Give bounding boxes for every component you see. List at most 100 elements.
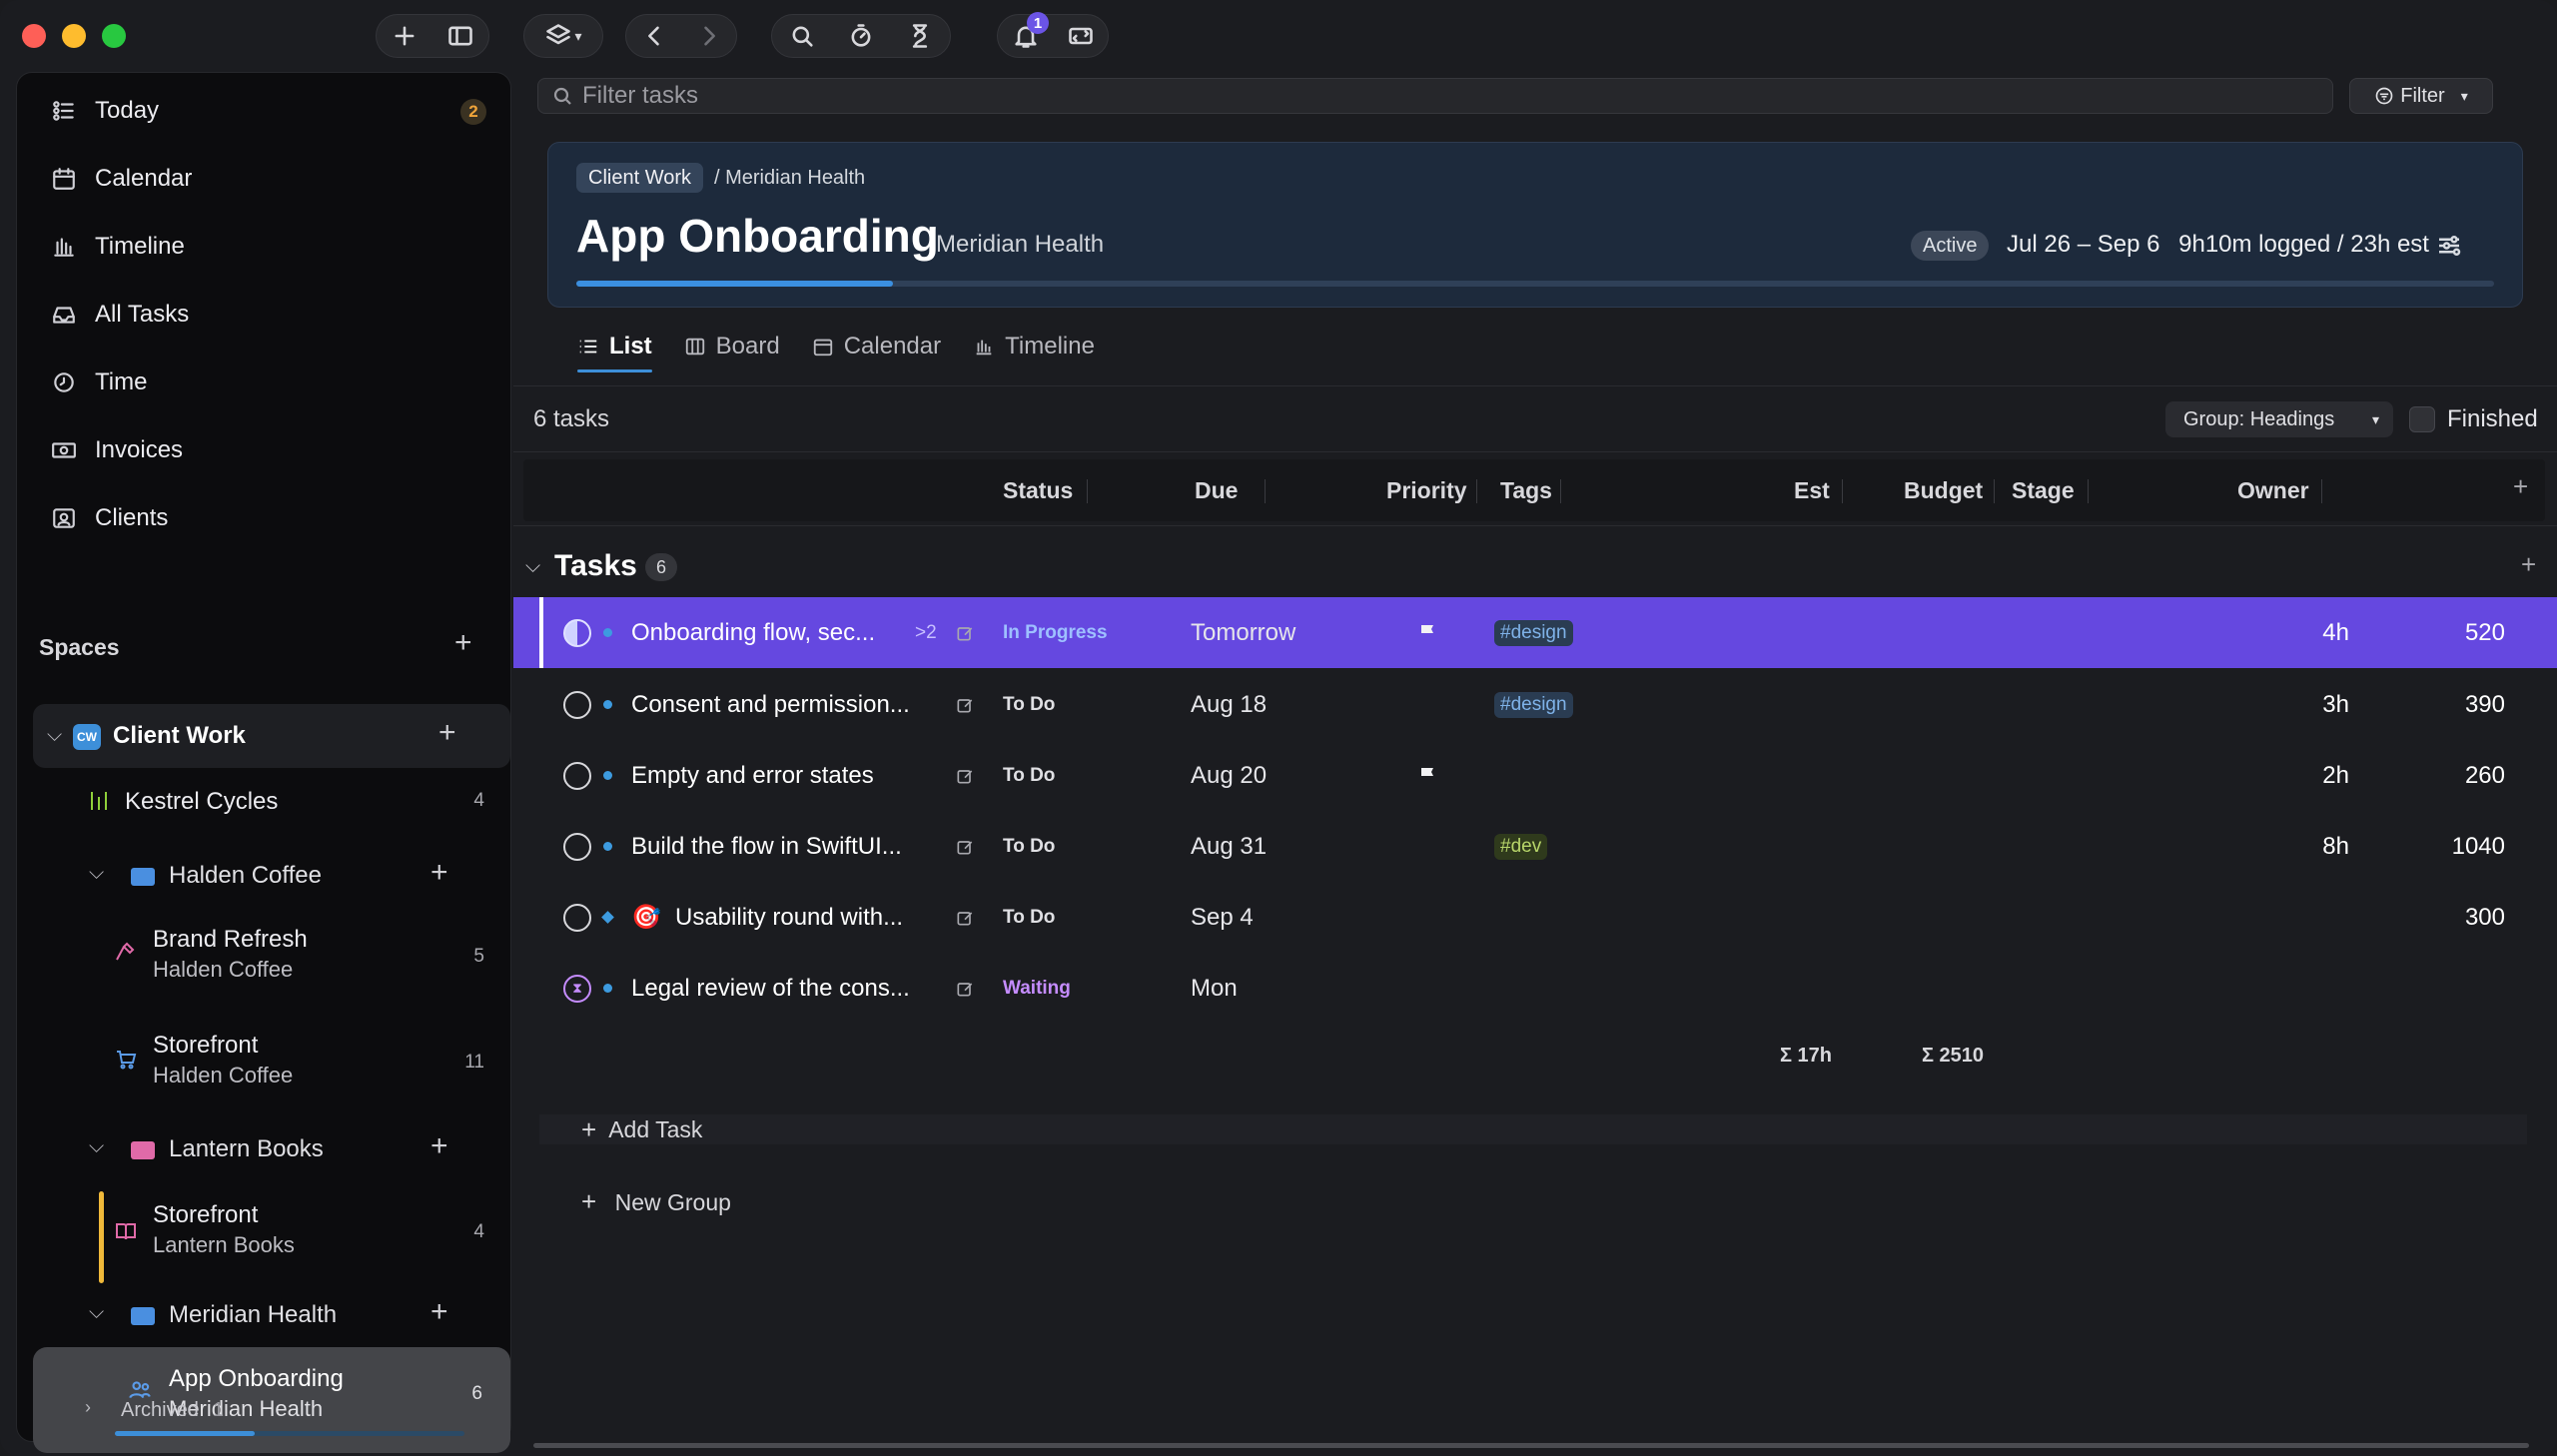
status-badge[interactable]: To Do <box>1003 740 1055 811</box>
flag-icon[interactable] <box>1416 740 1440 811</box>
close-window-button[interactable] <box>22 24 46 48</box>
task-title[interactable]: Usability round with... <box>675 882 903 953</box>
due-date[interactable]: Aug 31 <box>1191 811 1267 882</box>
due-date[interactable]: Aug 18 <box>1191 669 1267 740</box>
column-due[interactable]: Due <box>1195 477 1238 504</box>
tab-calendar[interactable]: Calendar <box>812 327 941 366</box>
add-column-button[interactable]: + <box>2513 473 2528 499</box>
search-button[interactable] <box>772 14 831 58</box>
new-task-button[interactable] <box>377 14 432 58</box>
column-separator[interactable] <box>1560 479 1561 503</box>
owner[interactable]: Lukas <box>2233 811 2557 882</box>
owner[interactable]: Ema <box>2233 740 2557 811</box>
finished-toggle[interactable]: Finished <box>2409 405 2538 433</box>
table-row[interactable]: ⧗ Legal review of the cons... Waiting Mon No… <box>513 953 2557 1024</box>
task-checkbox[interactable] <box>563 669 591 740</box>
owner[interactable]: Nora <box>2233 882 2557 953</box>
owner[interactable]: Nora <box>2233 953 2557 1024</box>
add-space-button[interactable]: + <box>454 628 472 658</box>
tab-board[interactable]: Board <box>684 327 780 366</box>
status-badge[interactable]: Active <box>1911 231 1990 261</box>
finished-checkbox[interactable] <box>2409 406 2435 432</box>
column-separator[interactable] <box>1476 479 1477 503</box>
zoom-window-button[interactable] <box>102 24 126 48</box>
folder-lantern-books[interactable]: ⌵ Lantern Books + <box>17 1121 512 1177</box>
layers-menu-button[interactable]: ▾ <box>524 14 602 58</box>
sidebar-item-all-tasks[interactable]: All Tasks <box>17 287 512 343</box>
edit-icon[interactable] <box>955 669 975 740</box>
back-button[interactable] <box>626 14 681 58</box>
sidebar-item-timeline[interactable]: Timeline <box>17 219 512 275</box>
breadcrumb-folder[interactable]: / Meridian Health <box>714 167 865 190</box>
due-date[interactable]: Sep 4 <box>1191 882 1254 953</box>
filter-tasks-input[interactable]: Filter tasks <box>537 78 2333 114</box>
add-task-button[interactable]: + Add Task <box>539 1114 2527 1144</box>
filter-button[interactable]: Filter ▾ <box>2349 78 2493 114</box>
chevron-right-icon[interactable]: › <box>85 1397 91 1418</box>
column-owner[interactable]: Owner <box>2237 477 2309 504</box>
tab-list[interactable]: List <box>577 327 652 372</box>
toggle-sidebar-button[interactable] <box>432 14 488 58</box>
hourglass-button[interactable] <box>891 14 950 58</box>
column-stage[interactable]: Stage <box>2012 477 2075 504</box>
sidebar-item-clients[interactable]: Clients <box>17 490 512 546</box>
tag[interactable]: #design <box>1494 597 1573 668</box>
sidebar-item-calendar[interactable]: Calendar <box>17 151 512 207</box>
horizontal-scrollbar[interactable] <box>533 1443 2529 1448</box>
owner[interactable]: Ema <box>2233 669 2557 740</box>
task-checkbox[interactable] <box>563 882 591 953</box>
table-row[interactable]: Build the flow in SwiftUI... To Do Aug 31 #… <box>513 811 2557 882</box>
due-date[interactable]: Mon <box>1191 953 1238 1024</box>
column-separator[interactable] <box>1842 479 1843 503</box>
flag-icon[interactable] <box>1416 597 1440 668</box>
task-checkbox[interactable] <box>563 597 591 668</box>
column-separator[interactable] <box>2321 479 2322 503</box>
folder-meridian-health[interactable]: ⌵ Meridian Health + <box>17 1287 512 1343</box>
task-checkbox[interactable]: ⧗ <box>563 953 591 1024</box>
status-badge[interactable]: In Progress <box>1003 597 1108 668</box>
chevron-down-icon[interactable]: ⌵ <box>89 862 104 885</box>
column-separator[interactable] <box>1087 479 1088 503</box>
edit-icon[interactable] <box>955 811 975 882</box>
edit-icon[interactable] <box>955 597 975 668</box>
edit-icon[interactable] <box>955 740 975 811</box>
group-by-select[interactable]: Group: Headings ▾ <box>2165 401 2393 437</box>
breadcrumb-space[interactable]: Client Work <box>576 163 703 193</box>
subtask-count[interactable]: >2 <box>915 597 937 668</box>
edit-icon[interactable] <box>955 953 975 1024</box>
project-brand-refresh[interactable]: Brand Refresh Halden Coffee 5 <box>17 918 512 994</box>
project-storefront-lantern[interactable]: Storefront Lantern Books 4 <box>17 1187 512 1283</box>
tab-timeline[interactable]: Timeline <box>973 327 1095 366</box>
column-separator[interactable] <box>2088 479 2089 503</box>
status-badge[interactable]: To Do <box>1003 669 1055 740</box>
column-separator[interactable] <box>1265 479 1266 503</box>
task-title[interactable]: Build the flow in SwiftUI... <box>631 811 902 882</box>
table-row[interactable]: Onboarding flow, sec... >2 In Progress Tomo… <box>513 597 2557 668</box>
task-title[interactable]: Onboarding flow, sec... <box>631 597 875 668</box>
task-title[interactable]: Legal review of the cons... <box>631 953 910 1024</box>
due-date[interactable]: Aug 20 <box>1191 740 1267 811</box>
table-row[interactable]: 🎯Usability round with...To DoSep 4300Rev… <box>513 882 2557 953</box>
chevron-down-icon[interactable]: ⌵ <box>525 555 540 578</box>
project-kestrel-cycles-row[interactable]: Kestrel Cycles 4 <box>17 772 512 832</box>
sliders-icon[interactable] <box>2434 231 2464 261</box>
project-storefront-halden[interactable]: Storefront Halden Coffee 11 <box>17 1024 512 1099</box>
add-project-button[interactable]: + <box>430 858 448 888</box>
table-row[interactable]: Consent and permission... To Do Aug 18 #des… <box>513 669 2557 740</box>
status-badge[interactable]: To Do <box>1003 811 1055 882</box>
status-badge[interactable]: Waiting <box>1003 953 1071 1024</box>
chevron-down-icon[interactable]: ⌵ <box>89 1135 104 1158</box>
add-project-button[interactable]: + <box>430 1297 448 1327</box>
task-checkbox[interactable] <box>563 740 591 811</box>
task-title[interactable]: Consent and permission... <box>631 669 910 740</box>
column-budget[interactable]: Budget <box>1904 477 1983 504</box>
sidebar-item-invoices[interactable]: Invoices <box>17 422 512 478</box>
task-checkbox[interactable] <box>563 811 591 882</box>
column-est[interactable]: Est <box>1794 477 1830 504</box>
chevron-down-icon[interactable]: ⌵ <box>89 1301 104 1324</box>
chevron-down-icon[interactable]: ⌵ <box>47 724 62 747</box>
archived-section[interactable]: › Archived 1 <box>17 1387 512 1431</box>
add-project-button[interactable]: + <box>430 1131 448 1161</box>
table-row[interactable]: Empty and error statesTo DoAug 202h260De… <box>513 740 2557 811</box>
sync-button[interactable] <box>1053 14 1108 58</box>
